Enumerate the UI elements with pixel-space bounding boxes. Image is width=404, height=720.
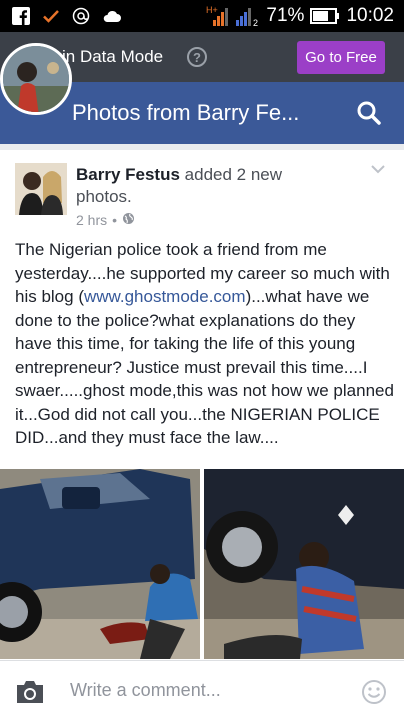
screen: H+ 2 71% 10:02 in Data Mode ? Go to Free… xyxy=(0,0,404,720)
camera-icon[interactable] xyxy=(14,679,46,710)
go-to-free-button[interactable]: Go to Free xyxy=(297,41,385,74)
help-icon[interactable]: ? xyxy=(187,47,207,67)
check-icon xyxy=(42,7,60,25)
smiley-icon[interactable] xyxy=(361,679,387,710)
battery-percent: 71% xyxy=(266,5,305,26)
comment-input[interactable]: Write a comment... xyxy=(70,680,221,701)
post-photo-2[interactable] xyxy=(204,469,404,659)
clock: 10:02 xyxy=(346,5,394,26)
post-meta: 2 hrs • xyxy=(76,212,135,228)
blog-link[interactable]: www.ghostmode.com xyxy=(84,287,246,306)
comment-bar: Write a comment... xyxy=(0,660,404,720)
chat-head-avatar[interactable] xyxy=(0,43,72,115)
cloud-icon xyxy=(102,9,122,23)
author-avatar[interactable] xyxy=(15,163,67,215)
signal-icon: H+ 2 xyxy=(206,4,260,28)
facebook-icon xyxy=(12,7,30,25)
post-card: Barry Festus added 2 new photos. 2 hrs •… xyxy=(0,150,404,660)
sim2-label: 2 xyxy=(253,18,258,28)
status-bar: H+ 2 71% 10:02 xyxy=(0,0,404,32)
post-text: The Nigerian police took a friend from m… xyxy=(15,238,395,450)
post-time[interactable]: 2 hrs xyxy=(76,212,107,228)
post-header-text: Barry Festus added 2 new photos. xyxy=(76,164,326,208)
post-text-part2: )...what have we done to the police?what… xyxy=(15,287,394,447)
post-photo-1[interactable] xyxy=(0,469,200,659)
chevron-down-icon[interactable] xyxy=(370,162,386,180)
battery-icon xyxy=(310,8,340,24)
svg-text:H+: H+ xyxy=(206,5,218,15)
meta-separator: • xyxy=(112,212,118,228)
page-title: Photos from Barry Fe... xyxy=(72,100,300,125)
globe-icon xyxy=(122,212,135,228)
author-name[interactable]: Barry Festus xyxy=(76,165,180,184)
at-icon xyxy=(72,7,90,25)
data-mode-text: in Data Mode xyxy=(62,47,164,66)
search-icon[interactable] xyxy=(356,100,382,131)
